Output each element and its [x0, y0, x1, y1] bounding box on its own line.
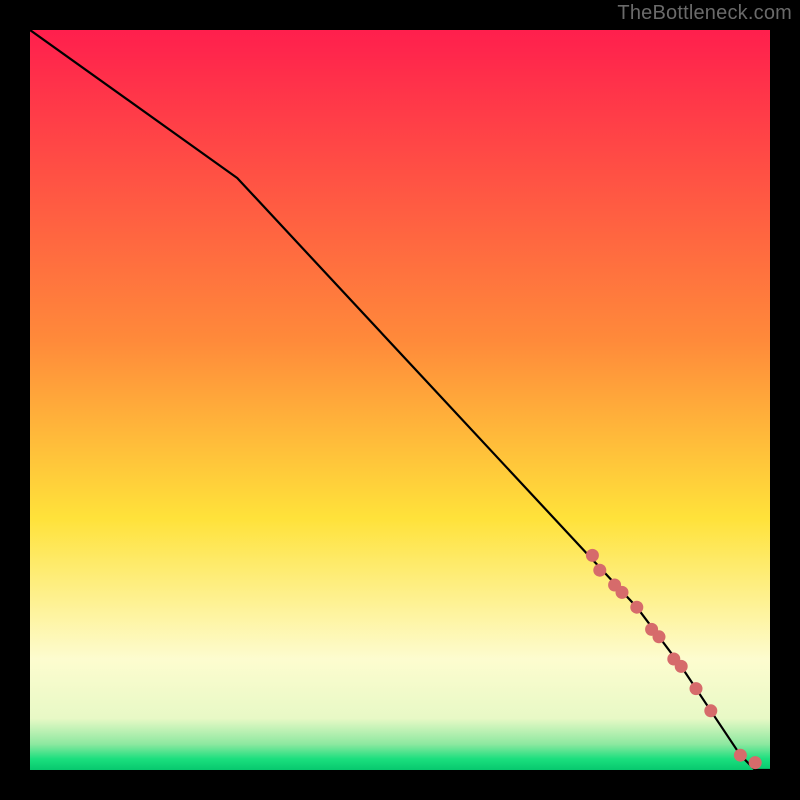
gradient-rect	[30, 30, 770, 770]
data-marker	[616, 586, 629, 599]
chart-svg	[30, 30, 770, 770]
data-marker	[593, 564, 606, 577]
data-marker	[586, 549, 599, 562]
data-marker	[653, 630, 666, 643]
data-marker	[675, 660, 688, 673]
data-marker	[734, 749, 747, 762]
data-marker	[630, 601, 643, 614]
chart-frame: TheBottleneck.com	[0, 0, 800, 800]
data-marker	[690, 682, 703, 695]
plot-area	[30, 30, 770, 770]
data-marker	[749, 756, 762, 769]
data-marker	[704, 704, 717, 717]
attribution-label: TheBottleneck.com	[617, 2, 792, 25]
